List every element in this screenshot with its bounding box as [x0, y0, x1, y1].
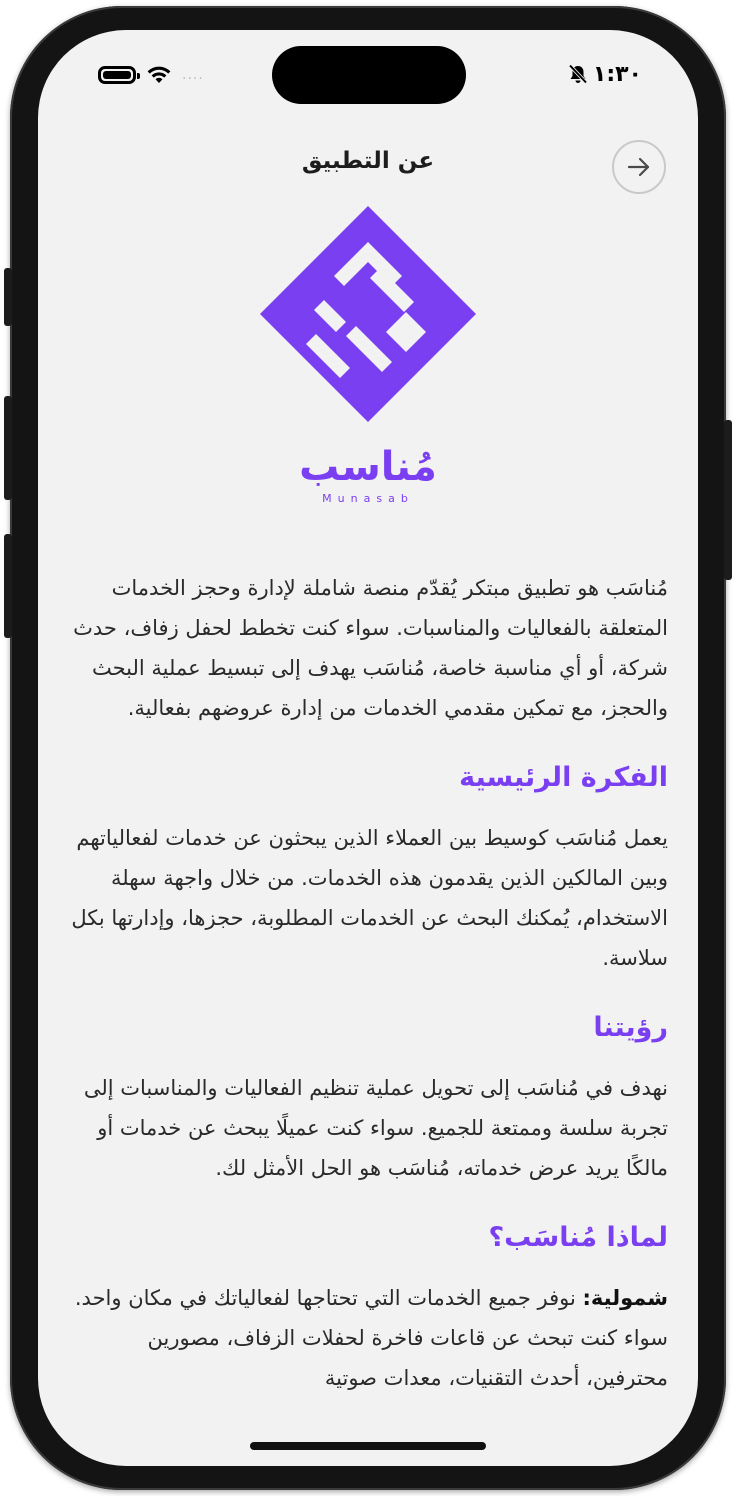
why-label: شمولية:: [582, 1286, 669, 1310]
volume-down-button: [4, 534, 12, 638]
status-bar-left: ....: [98, 60, 204, 90]
brand-wordmark: مُناسب Munasab: [260, 438, 476, 505]
why-text: نوفر جميع الخدمات التي تحتاجها لفعالياتك…: [74, 1286, 668, 1390]
about-content: مُناسَب هو تطبيق مبتكر يُقدّم منصة شاملة…: [68, 568, 668, 1398]
page-title: عن التطبيق: [301, 148, 435, 174]
vision-heading: رؤيتنا: [593, 1012, 668, 1043]
brand-name-ar: مُناسب: [299, 444, 437, 490]
action-button: [4, 268, 12, 326]
idea-paragraph: يعمل مُناسَب كوسيط بين العملاء الذين يبح…: [71, 826, 668, 970]
intro-paragraph: مُناسَب هو تطبيق مبتكر يُقدّم منصة شاملة…: [73, 576, 668, 720]
signal-dots: ....: [182, 67, 204, 83]
app-screen: .... ١:٣٠ عن التطبيق مُناسب Munasab مُنا…: [38, 30, 698, 1466]
power-button: [724, 420, 732, 580]
bell-slash-icon: [568, 64, 588, 84]
vision-paragraph: نهدف في مُناسَب إلى تحويل عملية تنظيم ال…: [83, 1076, 668, 1180]
idea-heading: الفكرة الرئيسية: [459, 762, 668, 793]
why-heading: لماذا مُناسَب؟: [488, 1222, 668, 1253]
status-time: ١:٣٠: [592, 61, 642, 87]
status-bar-right: ١:٣٠: [567, 58, 642, 90]
wifi-icon: [147, 66, 171, 83]
munasab-logo-icon: [260, 206, 476, 422]
home-indicator[interactable]: [250, 1442, 486, 1450]
brand-name-en: Munasab: [322, 492, 414, 505]
why-paragraph: شمولية: نوفر جميع الخدمات التي تحتاجها ل…: [68, 1278, 668, 1398]
volume-up-button: [4, 396, 12, 500]
battery-icon: [98, 66, 140, 84]
dynamic-island: [272, 46, 466, 104]
